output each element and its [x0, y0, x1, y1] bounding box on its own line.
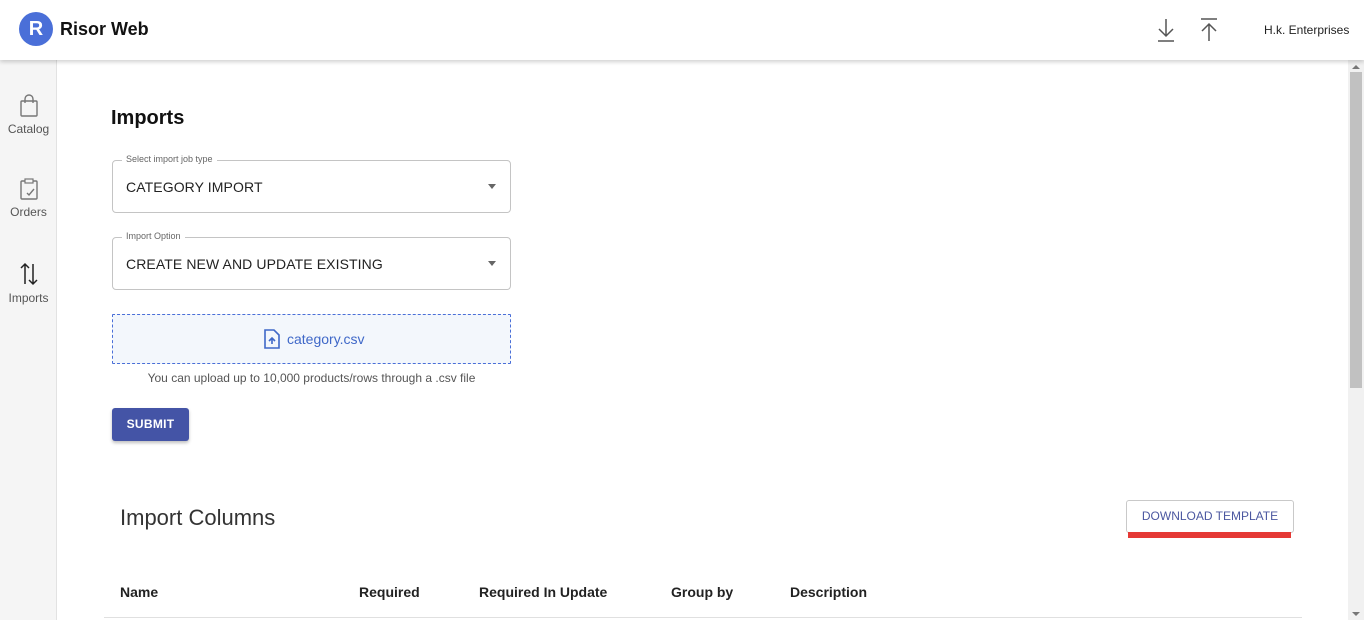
clipboard-check-icon [0, 177, 57, 201]
sidebar-item-label: Orders [10, 205, 47, 219]
column-header-description: Description [790, 584, 868, 600]
upload-icon[interactable] [1198, 16, 1220, 44]
sidebar-item-label: Imports [8, 291, 49, 305]
file-upload-dropzone[interactable]: category.csv [112, 314, 511, 364]
upload-hint: You can upload up to 10,000 products/row… [147, 371, 476, 385]
sidebar-item-catalog[interactable]: Catalog [0, 94, 57, 136]
column-header-name: Name [120, 584, 159, 600]
top-bar: R Risor Web H.k. Enterprises [0, 0, 1364, 60]
field-legend: Import Option [122, 231, 185, 241]
table-divider [104, 617, 1302, 618]
shopping-bag-icon [0, 94, 57, 118]
import-job-type-select[interactable]: Select import job type CATEGORY IMPORT [112, 154, 511, 213]
column-header-required-in-update: Required In Update [479, 584, 608, 600]
column-header-required: Required [359, 584, 420, 600]
chevron-down-icon [488, 261, 496, 266]
column-header-group-by: Group by [671, 584, 734, 600]
highlight-underline [1128, 532, 1291, 538]
scroll-down-icon[interactable] [1352, 612, 1360, 616]
vertical-scrollbar[interactable] [1348, 60, 1364, 620]
sidebar-item-orders[interactable]: Orders [0, 177, 57, 219]
download-icon[interactable] [1155, 16, 1177, 44]
scrollbar-thumb[interactable] [1350, 72, 1362, 388]
scroll-up-icon[interactable] [1352, 65, 1360, 69]
field-value: CREATE NEW AND UPDATE EXISTING [126, 256, 383, 272]
sidebar-item-label: Catalog [7, 122, 50, 136]
field-legend: Select import job type [122, 154, 217, 164]
uploaded-file-name: category.csv [287, 331, 365, 347]
file-upload-icon [263, 329, 281, 354]
chevron-down-icon [488, 184, 496, 189]
page-title: Imports [111, 107, 185, 129]
sidebar-item-imports[interactable]: Imports [0, 261, 57, 305]
organization-name[interactable]: H.k. Enterprises [1264, 23, 1349, 37]
download-template-button[interactable]: DOWNLOAD TEMPLATE [1126, 500, 1294, 533]
logo-icon: R [19, 12, 53, 46]
field-value: CATEGORY IMPORT [126, 179, 263, 195]
main-content: Imports Select import job type CATEGORY … [57, 60, 1348, 620]
section-title: Import Columns [120, 505, 276, 530]
brand-name: Risor Web [60, 19, 149, 39]
swap-vertical-icon [0, 261, 57, 287]
sidebar: Catalog Orders Imports [0, 60, 57, 620]
submit-button[interactable]: SUBMIT [112, 408, 189, 441]
import-option-select[interactable]: Import Option CREATE NEW AND UPDATE EXIS… [112, 231, 511, 290]
